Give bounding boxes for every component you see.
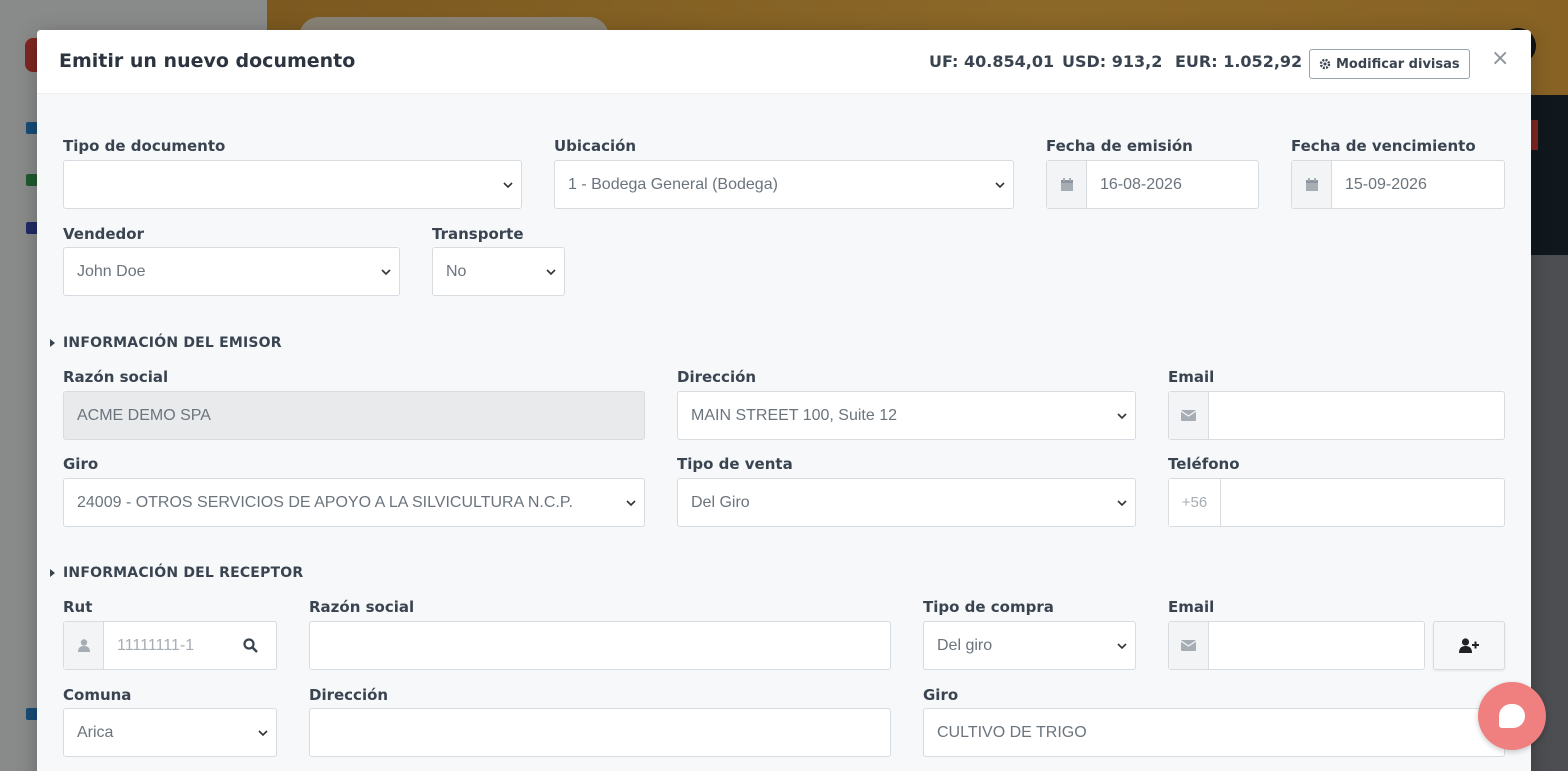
emisor-email-label: Email [1168, 368, 1215, 386]
receptor-giro-label: Giro [923, 686, 959, 704]
chevron-down-icon [381, 268, 391, 275]
modal-header: Emitir un nuevo documento UF: 40.854,01 … [37, 30, 1531, 94]
telefono-input[interactable]: +56 [1168, 478, 1505, 527]
emisor-giro-select[interactable]: 24009 - OTROS SERVICIOS DE APOYO A LA SI… [63, 478, 645, 527]
receptor-giro-input[interactable]: CULTIVO DE TRIGO [923, 708, 1505, 757]
tipo-documento-select[interactable] [63, 160, 522, 209]
tipo-venta-value: Del Giro [691, 493, 750, 511]
uf-rate: UF: 40.854,01 [929, 52, 1055, 71]
chevron-down-icon [1117, 499, 1127, 506]
tipo-venta-select[interactable]: Del Giro [677, 478, 1136, 527]
chevron-down-icon [626, 499, 636, 506]
emisor-razon-label: Razón social [63, 368, 169, 386]
search-icon [243, 638, 258, 653]
receptor-direccion-input[interactable] [309, 708, 891, 757]
close-icon[interactable]: × [1491, 46, 1509, 71]
modify-currencies-label: Modificar divisas [1336, 56, 1460, 72]
emisor-giro-label: Giro [63, 455, 99, 473]
emisor-razon-value: ACME DEMO SPA [77, 406, 211, 424]
vendedor-select[interactable]: John Doe [63, 247, 400, 296]
tipo-documento-label: Tipo de documento [63, 137, 226, 155]
transporte-value: No [446, 262, 467, 280]
receptor-email-label: Email [1168, 598, 1215, 616]
fecha-emision-label: Fecha de emisión [1046, 137, 1193, 155]
phone-prefix: +56 [1169, 479, 1221, 526]
chevron-down-icon [1117, 412, 1127, 419]
chevron-down-icon [503, 181, 513, 188]
telefono-label: Teléfono [1168, 455, 1240, 473]
rut-label: Rut [63, 598, 93, 616]
comuna-select[interactable]: Arica [63, 708, 277, 757]
tipo-venta-label: Tipo de venta [677, 455, 793, 473]
chat-icon [1499, 704, 1525, 728]
emisor-direccion-label: Dirección [677, 368, 757, 386]
receptor-direccion-label: Dirección [309, 686, 389, 704]
receptor-giro-value: CULTIVO DE TRIGO [937, 723, 1087, 741]
fecha-emision-input[interactable]: 16-08-2026 [1046, 160, 1259, 209]
receptor-email-input[interactable] [1168, 621, 1425, 670]
emisor-giro-value: 24009 - OTROS SERVICIOS DE APOYO A LA SI… [77, 493, 573, 511]
emisor-email-input[interactable] [1168, 391, 1505, 440]
rut-placeholder: 11111111-1 [117, 636, 195, 654]
rut-search-button[interactable] [225, 621, 277, 670]
vendedor-label: Vendedor [63, 225, 144, 243]
fecha-vencimiento-value: 15-09-2026 [1345, 175, 1427, 193]
receptor-razon-input[interactable] [309, 621, 891, 670]
fecha-emision-value: 16-08-2026 [1100, 175, 1182, 193]
gear-icon [1319, 58, 1331, 70]
emisor-direccion-select[interactable]: MAIN STREET 100, Suite 12 [677, 391, 1136, 440]
ubicacion-select[interactable]: 1 - Bodega General (Bodega) [554, 160, 1014, 209]
chevron-down-icon [1117, 642, 1127, 649]
transporte-select[interactable]: No [432, 247, 565, 296]
modify-currencies-button[interactable]: Modificar divisas [1309, 49, 1470, 79]
rut-input[interactable]: 11111111-1 [63, 621, 226, 670]
envelope-icon [1169, 622, 1209, 669]
modal-title: Emitir un nuevo documento [59, 50, 356, 72]
envelope-icon [1169, 392, 1209, 439]
eur-rate: EUR: 1.052,92 [1175, 52, 1303, 71]
caret-right-icon [50, 569, 55, 577]
new-document-modal: Emitir un nuevo documento UF: 40.854,01 … [37, 30, 1531, 771]
chevron-down-icon [258, 729, 268, 736]
tipo-compra-select[interactable]: Del giro [923, 621, 1136, 670]
user-plus-icon [1459, 638, 1479, 653]
chat-launcher-button[interactable] [1478, 682, 1546, 750]
tipo-compra-value: Del giro [937, 636, 993, 654]
chevron-down-icon [546, 268, 556, 275]
calendar-icon [1047, 161, 1087, 208]
fecha-vencimiento-input[interactable]: 15-09-2026 [1291, 160, 1505, 209]
comuna-value: Arica [77, 723, 114, 741]
add-user-button[interactable] [1433, 621, 1505, 670]
chevron-down-icon [995, 181, 1005, 188]
fecha-vencimiento-label: Fecha de vencimiento [1291, 137, 1476, 155]
user-icon [64, 622, 104, 669]
emisor-section-toggle[interactable]: INFORMACIÓN DEL EMISOR [50, 335, 282, 351]
caret-right-icon [50, 339, 55, 347]
receptor-section-title: INFORMACIÓN DEL RECEPTOR [63, 565, 304, 581]
tipo-compra-label: Tipo de compra [923, 598, 1054, 616]
ubicacion-label: Ubicación [554, 137, 637, 155]
ubicacion-value: 1 - Bodega General (Bodega) [568, 175, 778, 193]
receptor-razon-label: Razón social [309, 598, 415, 616]
emisor-razon-input: ACME DEMO SPA [63, 391, 645, 440]
transporte-label: Transporte [432, 225, 524, 243]
receptor-section-toggle[interactable]: INFORMACIÓN DEL RECEPTOR [50, 565, 303, 581]
comuna-label: Comuna [63, 686, 132, 704]
emisor-direccion-value: MAIN STREET 100, Suite 12 [691, 406, 898, 424]
emisor-section-title: INFORMACIÓN DEL EMISOR [63, 335, 282, 351]
vendedor-value: John Doe [77, 262, 146, 280]
calendar-icon [1292, 161, 1332, 208]
usd-rate: USD: 913,2 [1062, 52, 1163, 71]
